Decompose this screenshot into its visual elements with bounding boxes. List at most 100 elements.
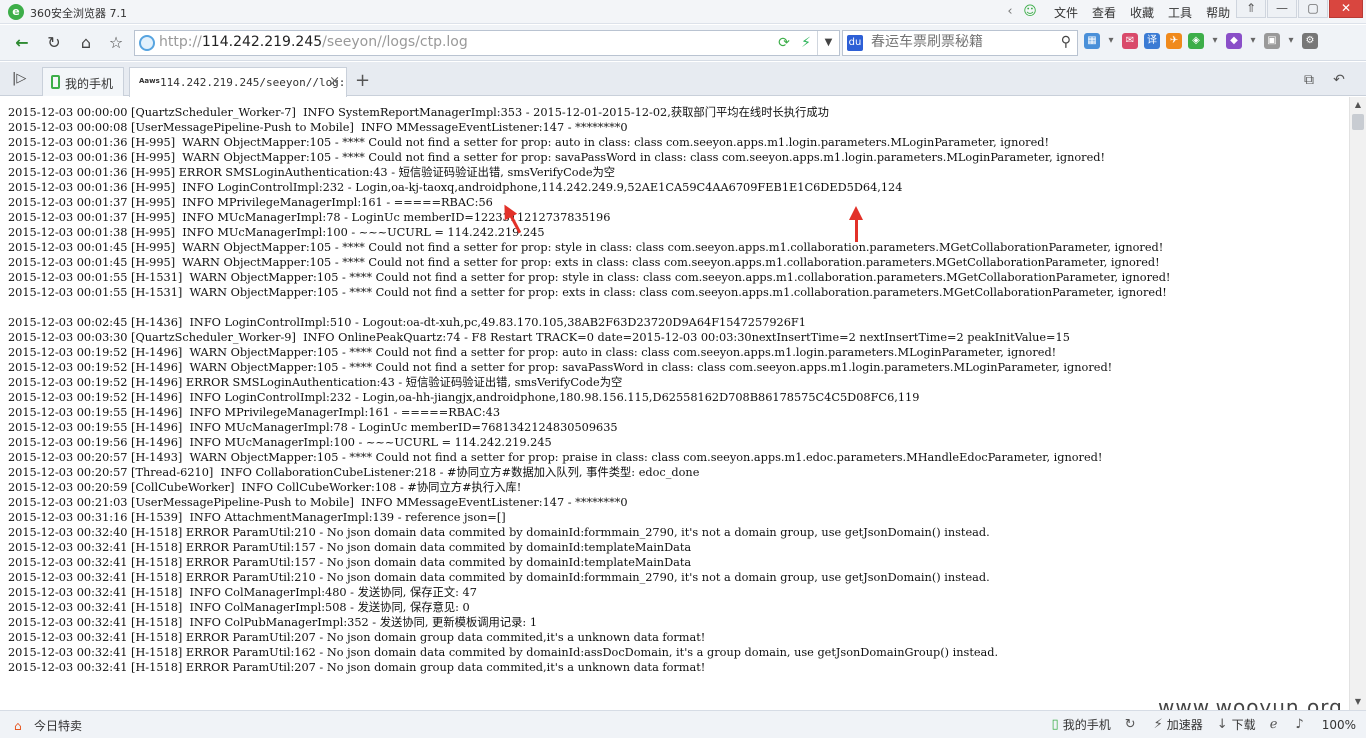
skin-button[interactable]: ⇑ — [1236, 0, 1266, 18]
chevron-down-icon[interactable]: ▾ — [1210, 33, 1220, 49]
mail-icon[interactable]: ✉ — [1122, 33, 1138, 49]
log-line: 2015-12-03 00:19:52 [H-1496] WARN Object… — [8, 361, 1113, 374]
maximize-button[interactable]: ▢ — [1298, 0, 1328, 18]
log-line: 2015-12-03 00:01:45 [H-995] WARN ObjectM… — [8, 256, 1160, 269]
chevron-left-icon[interactable]: ‹ — [1000, 3, 1020, 21]
accelerator-icon: ⚡ — [1153, 717, 1163, 732]
screenshot-icon[interactable]: ▣ — [1264, 33, 1280, 49]
menu-help[interactable]: 帮助 — [1206, 4, 1230, 21]
download-icon: ↓ — [1216, 717, 1228, 732]
close-button[interactable]: ✕ — [1329, 0, 1363, 18]
log-line: 2015-12-03 00:20:57 [Thread-6210] INFO C… — [8, 466, 700, 479]
zoom-level[interactable]: 100% — [1322, 718, 1356, 732]
tab-bar-actions: ⧉ ↶ — [1290, 72, 1350, 88]
daily-deals[interactable]: ⌂ 今日特卖 — [14, 717, 82, 734]
speed-mode-icon[interactable]: ⚡ — [795, 35, 817, 51]
compat-mode-icon[interactable]: ⟳ — [773, 35, 795, 51]
tab-my-phone[interactable]: 我的手机 — [42, 67, 124, 96]
log-line: 2015-12-03 00:03:30 [QuartzScheduler_Wor… — [8, 331, 1070, 344]
menu-favorites[interactable]: 收藏 — [1130, 4, 1154, 21]
window-controls: ⇑ — ▢ ✕ — [1235, 0, 1363, 18]
log-line: 2015-12-03 00:02:45 [H-1436] INFO LoginC… — [8, 316, 806, 329]
log-line: 2015-12-03 00:19:52 [H-1496] INFO LoginC… — [8, 391, 920, 404]
back-button[interactable]: ← — [10, 32, 34, 54]
url-text[interactable]: http://114.242.219.245/seeyon//logs/ctp.… — [159, 34, 468, 50]
menu-view[interactable]: 查看 — [1092, 4, 1116, 21]
log-line: 2015-12-03 00:32:41 [H-1518] ERROR Param… — [8, 661, 706, 674]
window-title: 360安全浏览器 7.1 — [30, 7, 127, 20]
log-line: 2015-12-03 00:19:56 [H-1496] INFO MUcMan… — [8, 436, 552, 449]
scroll-thumb[interactable] — [1352, 114, 1364, 130]
apps-icon[interactable]: ▦ — [1084, 33, 1100, 49]
chevron-down-icon[interactable]: ▼ — [817, 31, 839, 55]
search-icon[interactable]: ⚲ — [1061, 34, 1071, 50]
status-ie[interactable]: ℯ — [1270, 717, 1282, 732]
shield-icon[interactable]: ◈ — [1188, 33, 1204, 49]
tab-bar: |▷ 我的手机 Aaws 114.242.219.245/seeyon//log… — [0, 62, 1366, 97]
tab-list-icon[interactable]: ⧉ — [1298, 72, 1320, 88]
navigation-bar: ← ↻ ⌂ ☆ http://114.242.219.245/seeyon//l… — [0, 25, 1366, 61]
log-line: 2015-12-03 00:32:41 [H-1518] ERROR Param… — [8, 631, 706, 644]
home-button[interactable]: ⌂ — [74, 32, 98, 54]
translate-icon[interactable]: 译 — [1144, 33, 1160, 49]
favorite-star-button[interactable]: ☆ — [104, 32, 128, 54]
status-download[interactable]: ↓ 下载 — [1217, 716, 1256, 733]
menu-tools[interactable]: 工具 — [1168, 4, 1192, 21]
log-line: 2015-12-03 00:20:57 [H-1493] WARN Object… — [8, 451, 1103, 464]
status-sound[interactable]: ♪ — [1295, 717, 1307, 732]
search-input[interactable] — [871, 34, 1049, 50]
status-accelerator[interactable]: ⚡ 加速器 — [1154, 716, 1203, 733]
sidebar-toggle-icon[interactable]: |▷ — [12, 71, 26, 86]
vertical-scrollbar[interactable]: ▲ ▼ — [1349, 97, 1366, 710]
log-line: 2015-12-03 00:01:55 [H-1531] WARN Object… — [8, 271, 1171, 284]
chevron-down-icon[interactable]: ▾ — [1248, 33, 1258, 49]
log-line: 2015-12-03 00:19:55 [H-1496] INFO MUcMan… — [8, 421, 618, 434]
page-content: 2015-12-03 00:00:00 [QuartzScheduler_Wor… — [0, 97, 1349, 710]
log-line: 2015-12-03 00:20:59 [CollCubeWorker] INF… — [8, 481, 522, 494]
new-tab-button[interactable]: + — [355, 70, 370, 91]
daily-deals-label: 今日特卖 — [34, 719, 83, 733]
tab-log[interactable]: Aaws 114.242.219.245/seeyon//log: × — [129, 67, 347, 97]
title-bar: e 360安全浏览器 7.1 ‹ ☺ 文件 查看 收藏 工具 帮助 ⇑ — ▢ … — [0, 0, 1366, 24]
search-engine-icon[interactable]: du — [847, 35, 863, 51]
url-host: 114.242.219.245 — [201, 34, 323, 50]
scroll-down-icon[interactable]: ▼ — [1350, 694, 1366, 710]
tab-label: 114.242.219.245/seeyon//log: — [160, 76, 346, 89]
log-line: 2015-12-03 00:32:41 [H-1518] INFO ColMan… — [8, 586, 477, 599]
address-bar-actions: ⟳ ⚡ ▼ — [773, 31, 839, 55]
speaker-icon: ♪ — [1295, 717, 1304, 732]
log-line: 2015-12-03 00:01:36 [H-995] WARN ObjectM… — [8, 151, 1106, 164]
zoom-label: 100% — [1321, 717, 1356, 732]
log-line: 2015-12-03 00:21:03 [UserMessagePipeline… — [8, 496, 628, 509]
refresh-icon: ↻ — [1124, 717, 1136, 732]
game-icon[interactable]: ◆ — [1226, 33, 1242, 49]
status-history[interactable]: ↻ — [1125, 717, 1140, 732]
address-bar[interactable]: http://114.242.219.245/seeyon//logs/ctp.… — [134, 30, 840, 56]
log-line: 2015-12-03 00:01:38 [H-995] INFO MUcMana… — [8, 226, 545, 239]
log-line: 2015-12-03 00:00:00 [QuartzScheduler_Wor… — [8, 106, 829, 119]
close-tab-icon[interactable]: × — [329, 74, 340, 89]
chevron-down-icon[interactable]: ▾ — [1106, 33, 1116, 49]
plane-icon[interactable]: ✈ — [1166, 33, 1182, 49]
reload-button[interactable]: ↻ — [42, 32, 66, 54]
scroll-up-icon[interactable]: ▲ — [1350, 97, 1366, 113]
log-line: 2015-12-03 00:01:37 [H-995] INFO MPrivil… — [8, 196, 493, 209]
minimize-button[interactable]: — — [1267, 0, 1297, 18]
menu-icon[interactable]: ⚙ — [1302, 33, 1318, 49]
undo-close-icon[interactable]: ↶ — [1328, 72, 1350, 88]
menu-file[interactable]: 文件 — [1054, 4, 1078, 21]
log-line: 2015-12-03 00:32:40 [H-1518] ERROR Param… — [8, 526, 990, 539]
log-line: 2015-12-03 00:19:52 [H-1496] WARN Object… — [8, 346, 1057, 359]
log-line: 2015-12-03 00:00:08 [UserMessagePipeline… — [8, 121, 628, 134]
log-line: 2015-12-03 00:01:36 [H-995] INFO LoginCo… — [8, 181, 903, 194]
log-line: 2015-12-03 00:19:55 [H-1496] INFO MPrivi… — [8, 406, 501, 419]
url-path: /seeyon//logs/ctp.log — [322, 34, 468, 50]
log-text: 2015-12-03 00:00:00 [QuartzScheduler_Wor… — [8, 105, 1344, 675]
log-line: 2015-12-03 00:01:45 [H-995] WARN ObjectM… — [8, 241, 1164, 254]
gift-icon: ⌂ — [14, 718, 22, 733]
user-icon[interactable]: ☺ — [1020, 3, 1040, 21]
chevron-down-icon[interactable]: ▾ — [1286, 33, 1296, 49]
log-line: 2015-12-03 00:01:36 [H-995] WARN ObjectM… — [8, 136, 1050, 149]
phone-icon — [51, 75, 60, 89]
status-my-phone[interactable]: ▯ 我的手机 — [1052, 716, 1111, 733]
